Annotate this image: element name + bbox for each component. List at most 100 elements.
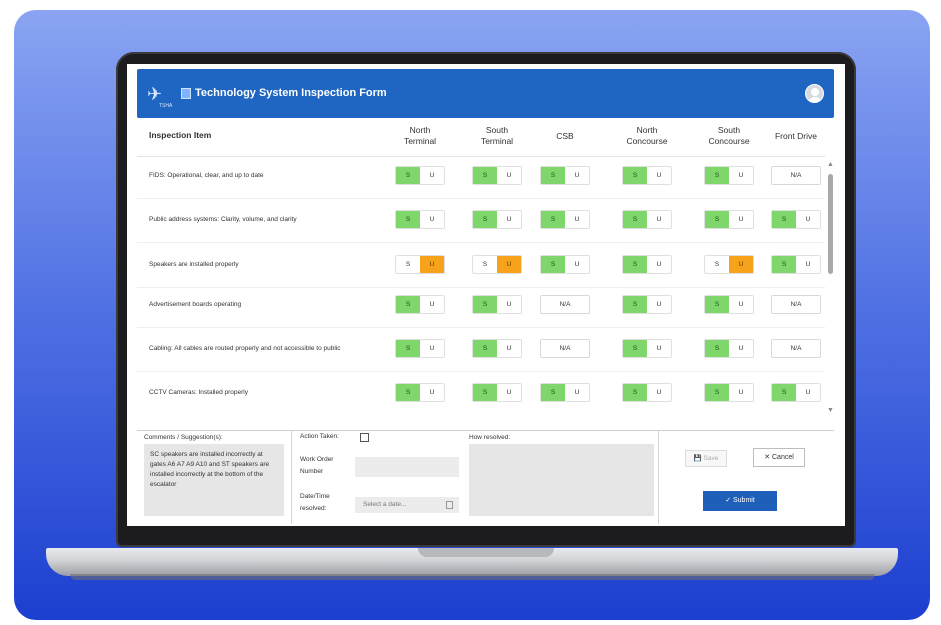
unsatisfactory-button[interactable]: U (729, 384, 753, 401)
unsatisfactory-button[interactable]: U (729, 340, 753, 357)
app-header: ✈ TSHA Technology System Inspection Form (137, 69, 834, 118)
unsatisfactory-button[interactable]: U (647, 384, 671, 401)
satisfactory-button[interactable]: S (541, 167, 565, 184)
unsatisfactory-button[interactable]: U (729, 167, 753, 184)
unsatisfactory-button[interactable]: U (647, 340, 671, 357)
satisfactory-button[interactable]: S (396, 256, 420, 273)
unsatisfactory-button[interactable]: U (497, 256, 521, 273)
unsatisfactory-button[interactable]: U (420, 167, 444, 184)
satisfactory-button[interactable]: S (705, 211, 729, 228)
na-button[interactable]: N/A (540, 295, 590, 314)
date-picker-input[interactable]: Select a date... (355, 497, 459, 513)
su-toggle: SU (540, 255, 590, 274)
satisfactory-button[interactable]: S (473, 296, 497, 313)
su-toggle: SU (472, 383, 522, 402)
unsatisfactory-button[interactable]: U (420, 256, 444, 273)
satisfactory-button[interactable]: S (473, 211, 497, 228)
unsatisfactory-button[interactable]: U (420, 211, 444, 228)
save-button[interactable]: 💾 Save (685, 450, 727, 467)
unsatisfactory-button[interactable]: U (497, 211, 521, 228)
satisfactory-button[interactable]: S (705, 384, 729, 401)
satisfactory-button[interactable]: S (396, 340, 420, 357)
na-button[interactable]: N/A (540, 339, 590, 358)
laptop-base-shadow (70, 574, 875, 580)
unsatisfactory-button[interactable]: U (420, 340, 444, 357)
unsatisfactory-button[interactable]: U (497, 167, 521, 184)
satisfactory-button[interactable]: S (396, 384, 420, 401)
unsatisfactory-button[interactable]: U (647, 256, 671, 273)
satisfactory-button[interactable]: S (772, 384, 796, 401)
how-resolved-label: How resolved: (469, 434, 511, 441)
satisfactory-button[interactable]: S (623, 211, 647, 228)
satisfactory-button[interactable]: S (396, 296, 420, 313)
satisfactory-button[interactable]: S (772, 211, 796, 228)
satisfactory-button[interactable]: S (473, 384, 497, 401)
satisfactory-button[interactable]: S (623, 384, 647, 401)
unsatisfactory-button[interactable]: U (647, 211, 671, 228)
na-button[interactable]: N/A (771, 339, 821, 358)
satisfactory-button[interactable]: S (772, 256, 796, 273)
su-toggle: SU (704, 255, 754, 274)
unsatisfactory-button[interactable]: U (420, 384, 444, 401)
na-button[interactable]: N/A (771, 295, 821, 314)
submit-button[interactable]: ✓ Submit (703, 491, 777, 511)
satisfactory-button[interactable]: S (396, 167, 420, 184)
satisfactory-button[interactable]: S (705, 296, 729, 313)
unsatisfactory-button[interactable]: U (565, 384, 589, 401)
unsatisfactory-button[interactable]: U (796, 384, 820, 401)
row-divider (137, 198, 825, 199)
satisfactory-button[interactable]: S (705, 167, 729, 184)
satisfactory-button[interactable]: S (541, 211, 565, 228)
work-order-input[interactable] (355, 457, 459, 477)
satisfactory-button[interactable]: S (473, 340, 497, 357)
column-header-line: Front Drive (774, 131, 818, 141)
satisfactory-button[interactable]: S (623, 256, 647, 273)
satisfactory-button[interactable]: S (541, 384, 565, 401)
satisfactory-button[interactable]: S (623, 296, 647, 313)
satisfactory-button[interactable]: S (623, 340, 647, 357)
user-avatar[interactable] (805, 84, 824, 103)
unsatisfactory-button[interactable]: U (565, 256, 589, 273)
calendar-icon[interactable] (446, 501, 453, 509)
unsatisfactory-button[interactable]: U (565, 211, 589, 228)
scroll-down-icon[interactable]: ▼ (827, 407, 834, 414)
unsatisfactory-button[interactable]: U (497, 296, 521, 313)
scroll-up-icon[interactable]: ▲ (827, 161, 834, 168)
unsatisfactory-button[interactable]: U (565, 167, 589, 184)
unsatisfactory-button[interactable]: U (497, 340, 521, 357)
su-toggle: SU (395, 339, 445, 358)
su-toggle: SU (395, 295, 445, 314)
column-header-line: South (485, 125, 509, 135)
column-header: South Terminal (464, 125, 530, 153)
action-taken-checkbox[interactable] (360, 433, 369, 442)
unsatisfactory-button[interactable]: U (497, 384, 521, 401)
satisfactory-button[interactable]: S (705, 340, 729, 357)
na-button[interactable]: N/A (771, 166, 821, 185)
action-taken-label: Action Taken: (300, 433, 339, 440)
column-header-line: North (636, 125, 658, 135)
work-order-label: Number (300, 468, 324, 475)
su-toggle: SU (540, 210, 590, 229)
satisfactory-button[interactable]: S (473, 256, 497, 273)
unsatisfactory-button[interactable]: U (420, 296, 444, 313)
satisfactory-button[interactable]: S (473, 167, 497, 184)
comments-textarea[interactable]: SC speakers are installed incorrectly at… (144, 444, 284, 516)
save-icon: 💾 (693, 455, 704, 462)
unsatisfactory-button[interactable]: U (729, 296, 753, 313)
unsatisfactory-button[interactable]: U (796, 256, 820, 273)
satisfactory-button[interactable]: S (623, 167, 647, 184)
date-resolved-label: resolved: (300, 505, 327, 512)
cancel-button[interactable]: ✕ Cancel (753, 448, 805, 467)
unsatisfactory-button[interactable]: U (647, 167, 671, 184)
satisfactory-button[interactable]: S (396, 211, 420, 228)
satisfactory-button[interactable]: S (541, 256, 565, 273)
satisfactory-button[interactable]: S (705, 256, 729, 273)
unsatisfactory-button[interactable]: U (729, 211, 753, 228)
date-resolved-label: Date/Time (300, 493, 330, 500)
scrollbar-thumb[interactable] (828, 174, 833, 274)
form-icon (181, 88, 191, 99)
how-resolved-textarea[interactable] (469, 444, 654, 516)
unsatisfactory-button[interactable]: U (729, 256, 753, 273)
unsatisfactory-button[interactable]: U (796, 211, 820, 228)
unsatisfactory-button[interactable]: U (647, 296, 671, 313)
